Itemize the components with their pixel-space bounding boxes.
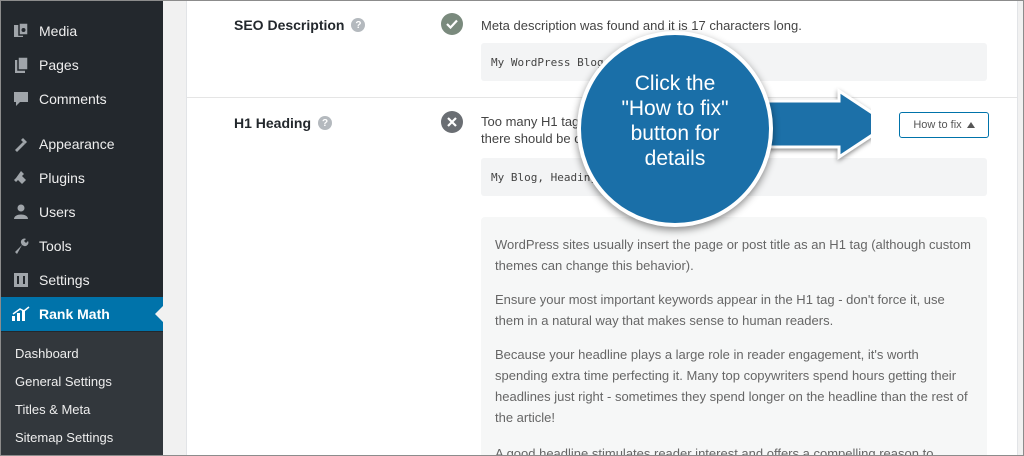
sidebar-item-label: Tools <box>39 238 72 254</box>
sidebar-item-plugins[interactable]: Plugins <box>1 161 163 195</box>
h1-heading-label: H1 Heading ? <box>234 115 333 131</box>
how-to-fix-button[interactable]: How to fix <box>899 112 989 138</box>
sidebar-item-comments[interactable]: Comments <box>1 82 163 116</box>
sidebar-item-media[interactable]: Media <box>1 14 163 48</box>
submenu-item-dashboard[interactable]: Dashboard <box>15 346 79 361</box>
sidebar-item-label: Media <box>39 23 78 39</box>
howto-paragraph: Ensure your most important keywords appe… <box>495 292 945 328</box>
sidebar-item-label: Users <box>39 204 76 220</box>
active-indicator <box>155 306 163 322</box>
sidebar-item-tools[interactable]: Tools <box>1 229 163 263</box>
plugins-icon <box>11 168 31 188</box>
submenu-item-general-settings[interactable]: General Settings <box>15 374 112 389</box>
submenu-item-titles-meta[interactable]: Titles & Meta <box>15 402 90 417</box>
pages-icon <box>11 55 31 75</box>
media-icon <box>11 21 31 41</box>
sidebar-item-label: Settings <box>39 272 90 288</box>
admin-sidebar: Media Pages Comments Appearance Plugins … <box>1 1 163 455</box>
appearance-icon <box>11 134 31 154</box>
howto-paragraph: A good headline stimulates reader intere… <box>495 446 934 456</box>
users-icon <box>11 202 31 222</box>
callout: Click the "How to fix" button for detail… <box>561 31 871 251</box>
sidebar-item-appearance[interactable]: Appearance <box>1 127 163 161</box>
help-icon[interactable]: ? <box>351 18 366 32</box>
comments-icon <box>11 89 31 109</box>
settings-icon <box>11 270 31 290</box>
sidebar-item-label: Plugins <box>39 170 85 186</box>
sidebar-item-settings[interactable]: Settings <box>1 263 163 297</box>
rank-math-icon <box>11 304 31 324</box>
tools-icon <box>11 236 31 256</box>
howto-paragraph: Because your headline plays a large role… <box>495 347 968 425</box>
help-icon[interactable]: ? <box>318 116 333 130</box>
screen: Media Pages Comments Appearance Plugins … <box>0 0 1024 456</box>
check-icon <box>441 13 463 35</box>
error-icon <box>441 111 463 133</box>
submenu-item-sitemap-settings[interactable]: Sitemap Settings <box>15 430 113 445</box>
sidebar-item-label: Comments <box>39 91 107 107</box>
sidebar-item-rank-math[interactable]: Rank Math <box>1 297 163 331</box>
callout-text: Click the "How to fix" button for detail… <box>621 72 729 170</box>
sidebar-item-label: Pages <box>39 57 79 73</box>
how-to-fix-content: WordPress sites usually insert the page … <box>481 217 987 456</box>
seo-description-label: SEO Description ? <box>234 17 366 33</box>
caret-up-icon <box>966 122 975 128</box>
rank-math-submenu: Dashboard General Settings Titles & Meta… <box>1 332 163 455</box>
sidebar-item-label: Appearance <box>39 136 115 152</box>
sidebar-item-pages[interactable]: Pages <box>1 48 163 82</box>
sidebar-item-users[interactable]: Users <box>1 195 163 229</box>
sidebar-item-label: Rank Math <box>39 306 110 322</box>
